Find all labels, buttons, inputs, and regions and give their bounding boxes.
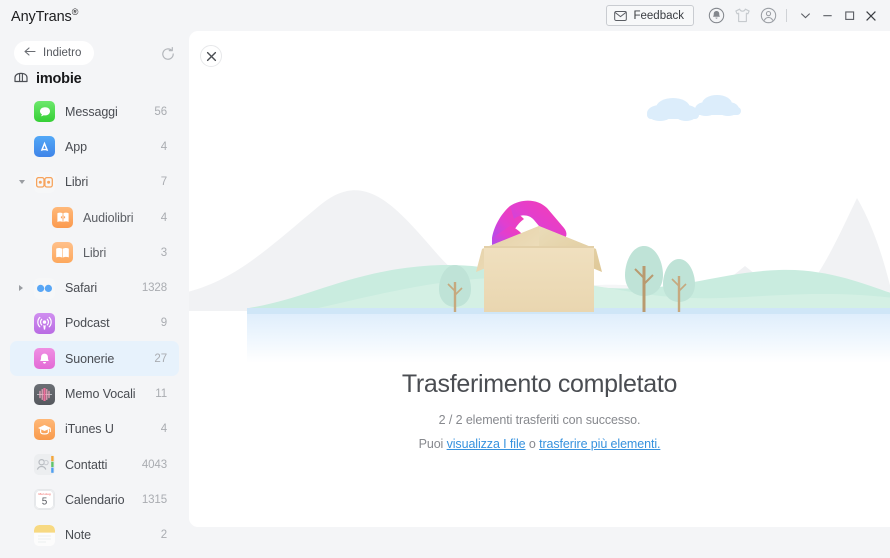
maximize-button[interactable] <box>838 3 860 29</box>
titlebar-divider <box>786 9 787 22</box>
feedback-label: Feedback <box>633 9 684 22</box>
calendar-icon: Mon Aug 5 <box>34 489 55 511</box>
sidebar-item-label: Libri <box>65 175 89 190</box>
sidebar-item-count: 4 <box>160 140 167 153</box>
contacts-icon <box>34 454 55 476</box>
result-block: Trasferimento completato 2 / 2 elementi … <box>189 367 890 451</box>
tshirt-icon[interactable] <box>729 3 755 29</box>
sidebar-item-label: Libri <box>83 245 107 260</box>
sidebar-item-count: 4 <box>160 211 167 224</box>
itunesu-icon <box>34 418 55 440</box>
sidebar-item-label: App <box>65 139 87 154</box>
minimize-button[interactable] <box>816 3 838 29</box>
sidebar-item-contatti[interactable]: Contatti 4043 <box>10 447 179 482</box>
panel-close-button[interactable] <box>200 45 222 67</box>
titlebar-actions: Feedback <box>606 0 882 31</box>
transfer-complete-illustration <box>189 86 890 363</box>
sidebar-item-audiolibri[interactable]: Audiolibri 4 <box>10 200 179 235</box>
sidebar-item-count: 1328 <box>141 282 167 295</box>
sidebar-item-libri[interactable]: Libri 7 <box>10 165 179 200</box>
device-name: imobie <box>36 71 82 87</box>
messages-icon <box>34 101 55 123</box>
podcast-icon <box>34 312 55 334</box>
app-title: AnyTrans® <box>11 7 78 25</box>
close-icon <box>206 51 216 61</box>
sidebar-item-count: 56 <box>154 105 167 118</box>
sidebar-item-podcast[interactable]: Podcast 9 <box>10 306 179 341</box>
svg-text:5: 5 <box>42 497 48 508</box>
sidebar-item-label: iTunes U <box>65 422 114 437</box>
arrow-left-icon <box>24 47 36 59</box>
sidebar-item-suonerie[interactable]: Suonerie 27 <box>10 341 179 377</box>
envelope-icon <box>614 10 628 21</box>
sidebar-item-label: Contatti <box>65 457 108 472</box>
anytrans-window: AnyTrans® Feedback Indietro imobie Messa… <box>0 0 890 558</box>
appstore-icon <box>34 136 55 158</box>
transfer-more-link[interactable]: trasferire più elementi. <box>539 437 660 451</box>
sidebar-nav: Messaggi 56 App 4 Libri 7 Audiolibri 4 Libri 3 Saf… <box>0 94 189 553</box>
sidebar-item-count: 2 <box>160 529 167 542</box>
account-icon[interactable] <box>755 3 781 29</box>
sidebar-header: Indietro imobie <box>0 31 189 87</box>
sidebar-item-label: Suonerie <box>65 351 115 366</box>
sidebar-item-label: Podcast <box>65 316 110 331</box>
close-button[interactable] <box>860 3 882 29</box>
device-icon <box>14 70 28 88</box>
refresh-icon[interactable] <box>157 43 178 64</box>
sidebar-item-label: Messaggi <box>65 104 118 119</box>
title-bar: AnyTrans® Feedback <box>0 0 890 31</box>
back-label: Indietro <box>43 47 82 59</box>
links-prefix: Puoi <box>418 437 447 451</box>
sidebar-item-label: Note <box>65 528 92 543</box>
ringtones-icon <box>34 348 55 370</box>
sidebar-item-messaggi[interactable]: Messaggi 56 <box>10 94 179 129</box>
sidebar-item-count: 4 <box>160 423 167 436</box>
safari-group-icon <box>34 277 55 299</box>
books-group-icon <box>34 171 55 193</box>
svg-text:Mon Aug: Mon Aug <box>38 492 50 496</box>
sidebar-item-count: 4043 <box>141 458 167 471</box>
sidebar-item-safari[interactable]: Safari 1328 <box>10 270 179 305</box>
sidebar-item-itunes-u[interactable]: iTunes U 4 <box>10 412 179 447</box>
sidebar-item-label: Memo Vocali <box>65 387 136 402</box>
sidebar-item-memo-vocali[interactable]: Memo Vocali 11 <box>10 376 179 411</box>
sidebar-item-label: Safari <box>65 281 98 296</box>
links-middle: o <box>525 437 540 451</box>
notes-icon <box>34 524 55 546</box>
sidebar-item-count: 1315 <box>141 493 167 506</box>
chevron-down-icon[interactable] <box>794 3 816 29</box>
sidebar-item-count: 11 <box>155 388 167 401</box>
sidebar-item-libri[interactable]: Libri 3 <box>10 235 179 270</box>
app-title-text: AnyTrans <box>11 8 72 25</box>
sidebar: Indietro imobie Messaggi 56 App 4 Libri 7 Audi… <box>0 31 189 558</box>
sidebar-item-note[interactable]: Note 2 <box>10 518 179 553</box>
sidebar-item-app[interactable]: App 4 <box>10 129 179 164</box>
device-row[interactable]: imobie <box>14 70 82 88</box>
registered-mark: ® <box>71 7 79 17</box>
result-links: Puoi visualizza I file o trasferire più … <box>189 437 890 451</box>
result-subtitle: 2 / 2 elementi trasferiti con successo. <box>438 413 641 427</box>
voicememos-icon <box>34 383 55 405</box>
sidebar-item-count: 7 <box>160 176 167 189</box>
chevron-right-icon[interactable] <box>19 285 23 292</box>
sidebar-item-calendario[interactable]: Mon Aug 5 Calendario 1315 <box>10 482 179 517</box>
bottom-bar <box>189 527 890 558</box>
result-title: Trasferimento completato <box>401 370 678 398</box>
sidebar-item-count: 3 <box>160 246 167 259</box>
back-button[interactable]: Indietro <box>14 41 95 65</box>
sidebar-item-label: Audiolibri <box>83 210 134 225</box>
view-files-link[interactable]: visualizza I file <box>447 437 526 451</box>
audiobooks-icon <box>52 207 73 229</box>
feedback-button[interactable]: Feedback <box>606 5 694 26</box>
bell-icon[interactable] <box>703 3 729 29</box>
sidebar-item-count: 9 <box>160 317 167 330</box>
main-panel: Trasferimento completato 2 / 2 elementi … <box>189 31 890 527</box>
sidebar-item-count: 27 <box>154 352 167 365</box>
books-icon <box>52 242 73 264</box>
sidebar-item-label: Calendario <box>65 492 125 507</box>
chevron-down-icon[interactable] <box>19 180 25 185</box>
